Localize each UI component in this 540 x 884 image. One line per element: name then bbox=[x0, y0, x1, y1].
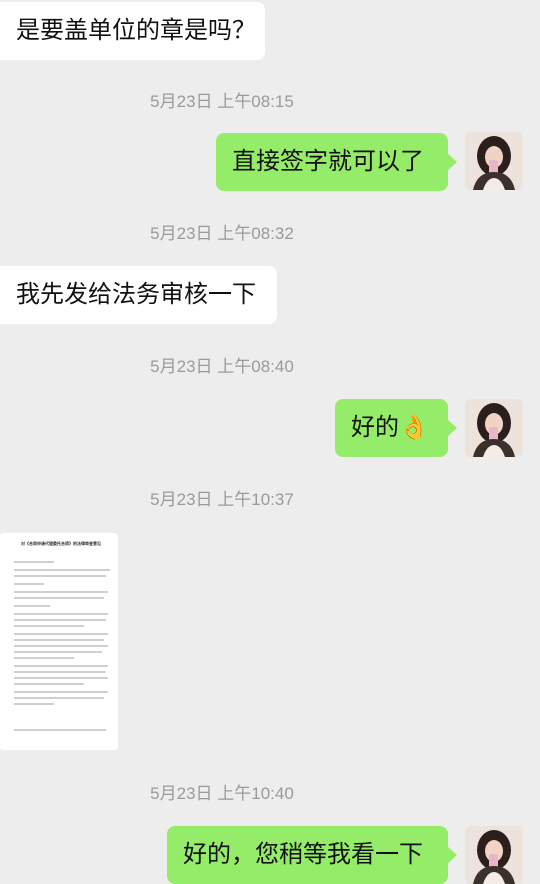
message-text: 好的，您稍等我看一下 bbox=[183, 841, 423, 868]
avatar-icon bbox=[465, 132, 523, 190]
document-text-line bbox=[14, 683, 84, 685]
user-avatar[interactable] bbox=[465, 399, 523, 457]
document-text-line bbox=[14, 697, 104, 699]
message-text: 直接签字就可以了 bbox=[232, 148, 424, 175]
message-bubble-outgoing[interactable]: 好的，您稍等我看一下 bbox=[167, 826, 457, 884]
user-avatar[interactable] bbox=[465, 826, 523, 884]
document-title: 对《合同申请代理委托合同》的法律审查意见 bbox=[21, 541, 101, 546]
document-text-line bbox=[14, 691, 108, 693]
message-timestamp: 5月23日 上午08:40 bbox=[150, 357, 294, 376]
avatar-icon bbox=[465, 399, 523, 457]
message-timestamp: 5月23日 上午10:40 bbox=[150, 784, 294, 803]
document-image-message[interactable]: 对《合同申请代理委托合同》的法律审查意见 bbox=[0, 533, 118, 750]
document-text-line bbox=[14, 657, 74, 659]
document-text-line bbox=[14, 613, 108, 615]
document-text-line bbox=[14, 639, 104, 641]
message-bubble-outgoing[interactable]: 好的👌 bbox=[335, 399, 457, 457]
message-bubble-incoming[interactable]: 我先发给法务审核一下 bbox=[0, 266, 277, 324]
message-text: 我先发给法务审核一下 bbox=[16, 281, 256, 308]
document-text-line bbox=[14, 591, 108, 593]
document-text-line bbox=[14, 671, 106, 673]
document-text-line bbox=[14, 633, 108, 635]
document-text-line bbox=[14, 569, 110, 571]
message-bubble-outgoing[interactable]: 直接签字就可以了 bbox=[216, 133, 457, 191]
document-text-line bbox=[14, 561, 54, 563]
message-text: 好的👌 bbox=[351, 414, 429, 441]
message-bubble-incoming[interactable]: 是要盖单位的章是吗？ bbox=[0, 2, 265, 60]
message-timestamp: 5月23日 上午08:15 bbox=[150, 92, 294, 111]
document-text-line bbox=[14, 597, 104, 599]
document-text-line bbox=[14, 645, 108, 647]
document-text-line bbox=[14, 619, 106, 621]
document-text-line bbox=[14, 605, 50, 607]
document-text-line bbox=[14, 583, 44, 585]
document-text-line bbox=[14, 665, 108, 667]
avatar-icon bbox=[465, 826, 523, 884]
user-avatar[interactable] bbox=[465, 132, 523, 190]
document-text-line bbox=[14, 729, 106, 731]
document-text-line bbox=[14, 575, 106, 577]
document-text-line bbox=[14, 651, 102, 653]
message-timestamp: 5月23日 上午10:37 bbox=[150, 490, 294, 509]
message-timestamp: 5月23日 上午08:32 bbox=[150, 224, 294, 243]
document-text-line bbox=[14, 625, 84, 627]
document-text-line bbox=[14, 703, 54, 705]
document-text-line bbox=[14, 677, 108, 679]
message-text: 是要盖单位的章是吗？ bbox=[16, 17, 256, 44]
